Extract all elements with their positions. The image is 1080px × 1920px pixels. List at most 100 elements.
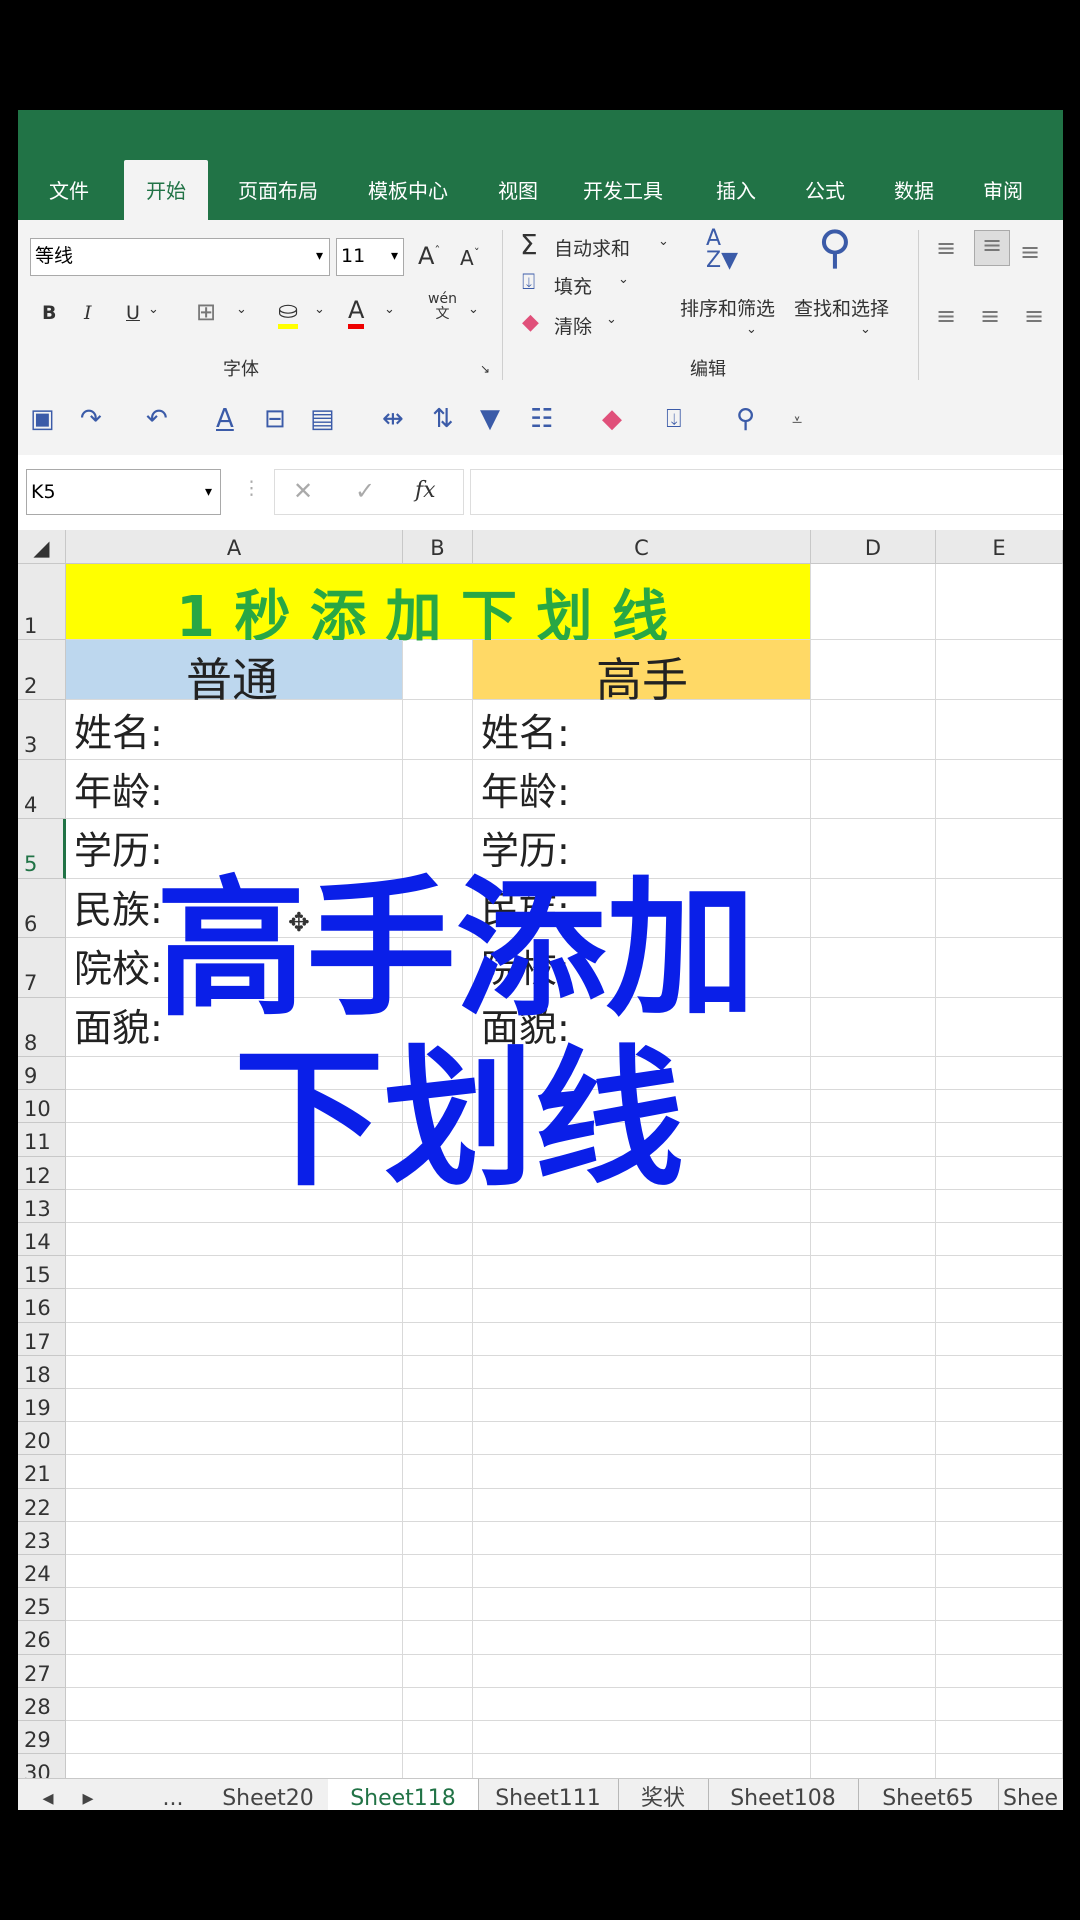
cell[interactable] [936, 1422, 1063, 1456]
font-color-icon[interactable]: A [216, 404, 234, 434]
column-width-icon[interactable]: ⇹ [382, 404, 404, 434]
cell[interactable] [936, 1156, 1063, 1190]
row-header[interactable]: 7 [18, 938, 66, 998]
cell[interactable] [936, 1355, 1063, 1389]
cell[interactable] [403, 1687, 473, 1721]
cell[interactable] [811, 1123, 936, 1157]
insert-function-button[interactable]: fx [415, 474, 436, 508]
sheet-tab[interactable]: Sheet111 [478, 1779, 619, 1810]
row-header[interactable]: 4 [18, 759, 66, 819]
row-header[interactable]: 2 [18, 640, 66, 700]
cell[interactable] [811, 1322, 936, 1356]
cell[interactable] [66, 1389, 403, 1423]
row-header[interactable]: 6 [18, 878, 66, 938]
filter-icon[interactable]: ▼ [480, 404, 500, 434]
row-header[interactable]: 5 [18, 819, 66, 879]
cell[interactable] [811, 1156, 936, 1190]
row-header[interactable]: 21 [18, 1455, 66, 1489]
row-header[interactable]: 17 [18, 1322, 66, 1356]
cell[interactable] [936, 1189, 1063, 1223]
cell[interactable] [473, 1521, 811, 1555]
font-size-select[interactable]: 11 ▾ [336, 238, 404, 276]
sort-filter-button[interactable]: 排序和筛选 [680, 294, 775, 321]
row-header[interactable]: 20 [18, 1422, 66, 1456]
border-icon[interactable]: ⊞ [196, 298, 216, 326]
cell[interactable] [403, 1488, 473, 1522]
chevron-down-icon[interactable]: ⌄ [384, 302, 395, 317]
row-header[interactable]: 9 [18, 1057, 66, 1091]
tab-data[interactable]: 数据 [884, 160, 944, 220]
paste-format-icon[interactable]: ▤ [310, 404, 335, 434]
cell[interactable] [66, 1687, 403, 1721]
cell[interactable] [811, 1090, 936, 1124]
cell[interactable] [936, 1588, 1063, 1622]
font-name-select[interactable]: 等线 ▾ [30, 238, 330, 276]
row-header[interactable]: 22 [18, 1488, 66, 1522]
cell[interactable] [66, 1488, 403, 1522]
row-header[interactable]: 11 [18, 1123, 66, 1157]
sort-icon[interactable]: ⇅ [432, 404, 454, 434]
chevron-down-icon[interactable]: ⌄ [314, 302, 325, 317]
row-header[interactable]: 19 [18, 1389, 66, 1423]
column-header-b[interactable]: B [403, 530, 473, 564]
align-left-icon[interactable]: ≡ [936, 302, 956, 330]
tab-insert[interactable]: 插入 [706, 160, 766, 220]
cell[interactable] [473, 1555, 811, 1589]
cell[interactable] [936, 564, 1063, 640]
row-header[interactable]: 28 [18, 1687, 66, 1721]
cell[interactable] [936, 878, 1063, 938]
select-all-corner[interactable]: ◢ [18, 530, 66, 564]
cell[interactable] [811, 1256, 936, 1290]
row-header[interactable]: 25 [18, 1588, 66, 1622]
sheet-tab-active[interactable]: Sheet118 [328, 1779, 479, 1810]
save-icon[interactable]: ▣ [30, 404, 55, 434]
row-header[interactable]: 18 [18, 1355, 66, 1389]
cell[interactable] [811, 1654, 936, 1688]
cell[interactable] [403, 759, 473, 819]
cell[interactable] [403, 700, 473, 760]
chevron-down-icon[interactable]: ⌄ [658, 234, 669, 249]
cell[interactable] [936, 1621, 1063, 1655]
cell[interactable] [403, 1455, 473, 1489]
cell[interactable] [403, 1256, 473, 1290]
cell[interactable] [811, 1057, 936, 1091]
decrease-font-icon[interactable]: Aˇ [460, 246, 480, 270]
sheet-tab[interactable]: Shee [998, 1779, 1063, 1810]
cell[interactable] [66, 1555, 403, 1589]
cell[interactable] [473, 1621, 811, 1655]
cell[interactable] [473, 1687, 811, 1721]
chevron-down-icon[interactable]: ⌄ [148, 302, 159, 317]
customize-qat-icon[interactable]: ⩡ [792, 410, 802, 431]
merge-icon[interactable]: ⊟ [264, 404, 286, 434]
cell[interactable] [811, 1687, 936, 1721]
column-header-e[interactable]: E [936, 530, 1063, 564]
sheet-tab[interactable]: Sheet108 [708, 1779, 859, 1810]
sheet-tab[interactable]: 奖状 [618, 1779, 709, 1810]
cell[interactable] [936, 1687, 1063, 1721]
cell[interactable] [811, 1621, 936, 1655]
cell[interactable] [473, 1455, 811, 1489]
cell[interactable] [473, 1654, 811, 1688]
cell[interactable] [936, 1455, 1063, 1489]
more-sheets-button[interactable]: ... [148, 1779, 198, 1810]
row-header[interactable]: 26 [18, 1621, 66, 1655]
column-header-a[interactable]: A [66, 530, 403, 564]
tab-file[interactable]: 文件 [38, 160, 100, 220]
cancel-icon[interactable]: ✕ [293, 474, 313, 508]
cell[interactable] [66, 1322, 403, 1356]
cell[interactable] [403, 1721, 473, 1755]
tab-formulas[interactable]: 公式 [795, 160, 855, 220]
cell[interactable] [403, 1223, 473, 1257]
align-top-icon[interactable]: ≡ [936, 234, 956, 262]
cell[interactable] [936, 1322, 1063, 1356]
undo-icon[interactable]: ↶ [146, 404, 168, 434]
cell[interactable] [811, 997, 936, 1057]
chevron-down-icon[interactable]: ⌄ [618, 272, 629, 287]
cell[interactable] [473, 1355, 811, 1389]
underline-button[interactable]: U [126, 302, 140, 324]
cell[interactable] [936, 1090, 1063, 1124]
chevron-down-icon[interactable]: ⌄ [236, 302, 247, 317]
font-color-icon[interactable]: A [348, 296, 365, 329]
italic-button[interactable]: I [84, 302, 92, 324]
cell[interactable] [936, 1521, 1063, 1555]
